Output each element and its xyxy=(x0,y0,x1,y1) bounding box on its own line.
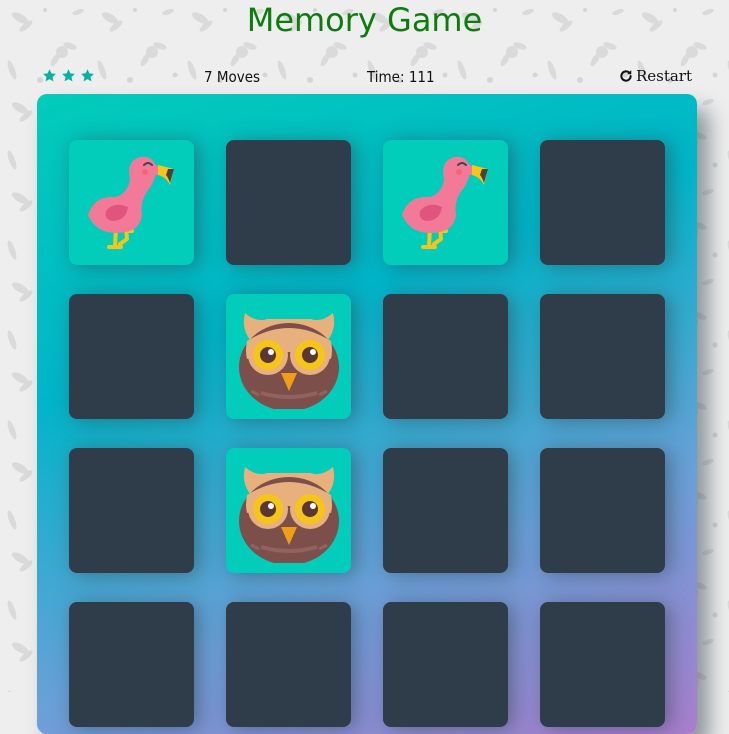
flamingo-icon xyxy=(401,156,488,249)
card[interactable] xyxy=(69,448,194,573)
card[interactable] xyxy=(226,140,351,265)
card[interactable] xyxy=(226,602,351,727)
moves-counter: 7 Moves xyxy=(204,68,261,86)
restart-label: Restart xyxy=(635,67,692,85)
star-icon xyxy=(62,69,75,82)
card[interactable] xyxy=(540,602,665,727)
card[interactable] xyxy=(226,448,351,573)
card[interactable] xyxy=(69,140,194,265)
star-rating xyxy=(42,68,95,83)
card[interactable] xyxy=(383,602,508,727)
card[interactable] xyxy=(383,448,508,573)
card[interactable] xyxy=(226,294,351,419)
card-deck xyxy=(37,94,697,734)
card[interactable] xyxy=(383,294,508,419)
card[interactable] xyxy=(69,602,194,727)
star-icon xyxy=(81,69,94,82)
score-panel: 7 Moves Time: 111 Restart xyxy=(40,66,696,88)
timer: Time: 111 xyxy=(367,68,435,86)
card[interactable] xyxy=(383,140,508,265)
page-title: Memory Game xyxy=(246,1,483,39)
refresh-icon xyxy=(620,70,632,82)
owl-icon xyxy=(238,312,339,409)
card[interactable] xyxy=(540,294,665,419)
owl-icon xyxy=(238,466,339,563)
star-icon xyxy=(43,69,56,82)
card[interactable] xyxy=(69,294,194,419)
card[interactable] xyxy=(540,448,665,573)
card[interactable] xyxy=(540,140,665,265)
restart-button[interactable]: Restart xyxy=(619,67,692,85)
flamingo-icon xyxy=(87,156,174,249)
